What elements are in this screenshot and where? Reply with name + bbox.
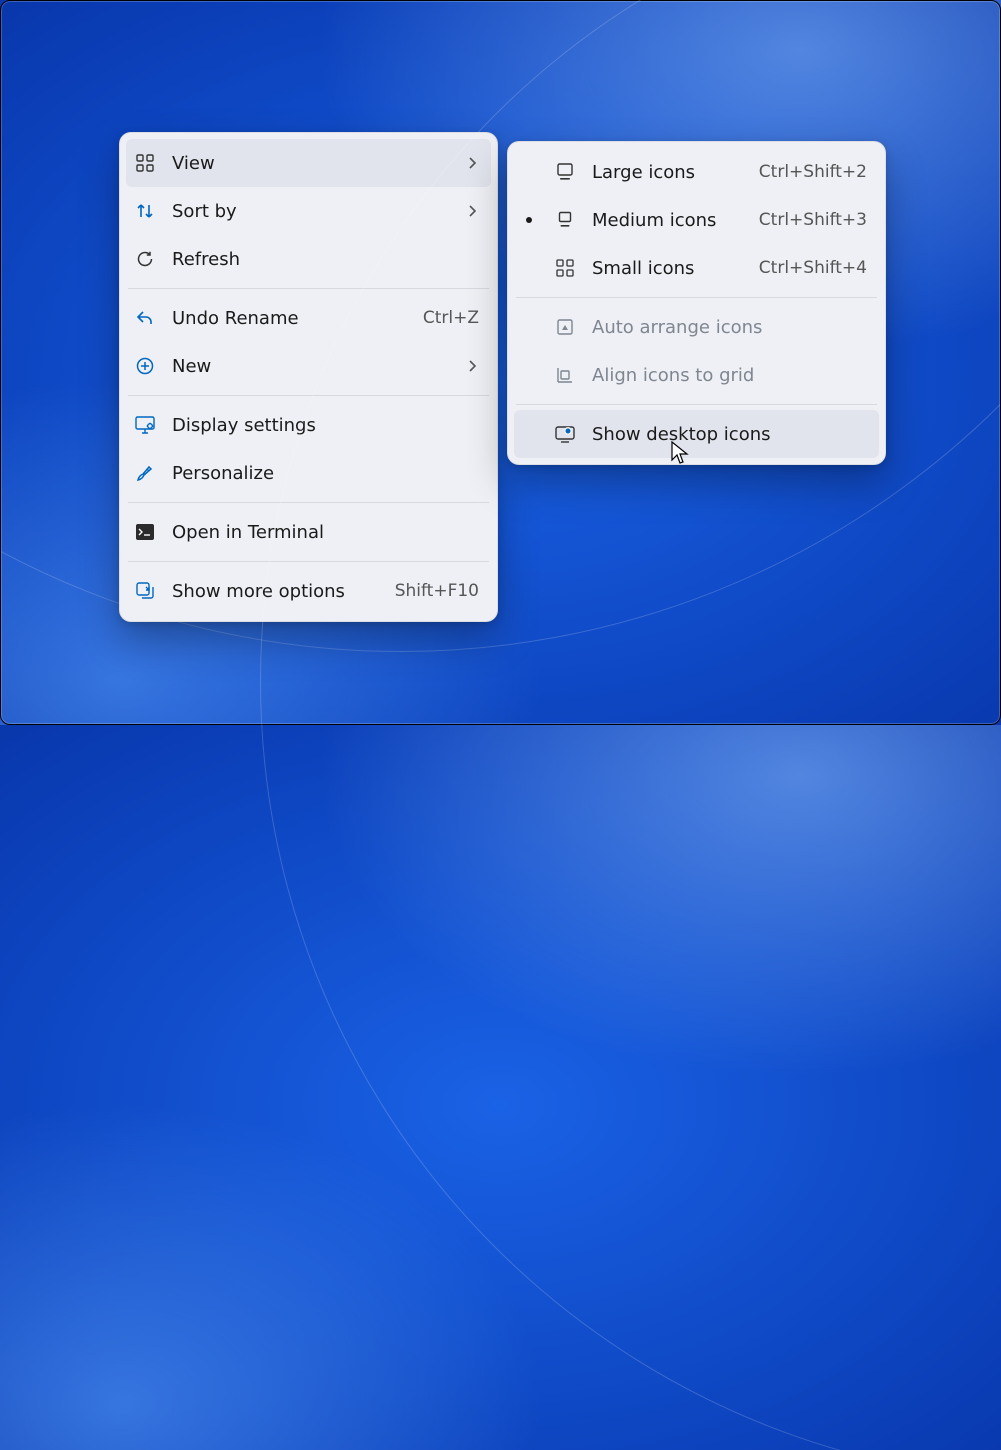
menu-item-display-settings[interactable]: Display settings (126, 401, 491, 449)
display-settings-icon (132, 412, 158, 438)
refresh-icon (132, 246, 158, 272)
menu-item-label: Align icons to grid (592, 365, 867, 386)
view-submenu: Large icons Ctrl+Shift+2 Medium icons Ct… (507, 141, 886, 465)
menu-item-label: Refresh (172, 249, 479, 270)
menu-item-shortcut: Ctrl+Z (423, 308, 479, 328)
menu-item-show-more-options[interactable]: Show more options Shift+F10 (126, 567, 491, 615)
radio-indicator (520, 217, 538, 223)
undo-icon (132, 305, 158, 331)
sort-icon (132, 198, 158, 224)
menu-item-undo-rename[interactable]: Undo Rename Ctrl+Z (126, 294, 491, 342)
medium-icons-icon (552, 207, 578, 233)
menu-item-label: Show more options (172, 581, 381, 602)
menu-separator (128, 395, 489, 396)
more-options-icon (132, 578, 158, 604)
menu-item-label: Undo Rename (172, 308, 409, 329)
submenu-item-medium-icons[interactable]: Medium icons Ctrl+Shift+3 (514, 196, 879, 244)
submenu-item-align-grid[interactable]: Align icons to grid (514, 351, 879, 399)
menu-item-label: Show desktop icons (592, 424, 867, 445)
align-grid-icon (552, 362, 578, 388)
menu-item-label: Small icons (592, 258, 745, 279)
menu-item-view[interactable]: View (126, 139, 491, 187)
menu-separator (516, 297, 877, 298)
submenu-item-small-icons[interactable]: Small icons Ctrl+Shift+4 (514, 244, 879, 292)
menu-item-label: Display settings (172, 415, 479, 436)
chevron-right-icon (465, 359, 479, 373)
desktop-context-menu: View Sort by Refresh Undo Rena (119, 132, 498, 622)
menu-item-refresh[interactable]: Refresh (126, 235, 491, 283)
submenu-item-show-desktop-icons[interactable]: Show desktop icons (514, 410, 879, 458)
menu-item-shortcut: Ctrl+Shift+4 (759, 258, 867, 278)
submenu-item-auto-arrange[interactable]: Auto arrange icons (514, 303, 879, 351)
menu-item-open-terminal[interactable]: Open in Terminal (126, 508, 491, 556)
menu-item-label: Personalize (172, 463, 479, 484)
menu-item-label: Large icons (592, 162, 745, 183)
menu-item-shortcut: Shift+F10 (395, 581, 479, 601)
menu-item-new[interactable]: New (126, 342, 491, 390)
menu-item-label: Sort by (172, 201, 451, 222)
menu-item-label: New (172, 356, 451, 377)
chevron-right-icon (465, 156, 479, 170)
menu-separator (128, 561, 489, 562)
menu-item-label: Medium icons (592, 210, 745, 231)
plus-circle-icon (132, 353, 158, 379)
menu-item-personalize[interactable]: Personalize (126, 449, 491, 497)
paintbrush-icon (132, 460, 158, 486)
large-icons-icon (552, 159, 578, 185)
menu-separator (128, 288, 489, 289)
desktop-icon (552, 421, 578, 447)
chevron-right-icon (465, 204, 479, 218)
menu-separator (516, 404, 877, 405)
menu-separator (128, 502, 489, 503)
menu-item-label: View (172, 153, 451, 174)
auto-arrange-icon (552, 314, 578, 340)
submenu-item-large-icons[interactable]: Large icons Ctrl+Shift+2 (514, 148, 879, 196)
menu-item-shortcut: Ctrl+Shift+2 (759, 162, 867, 182)
menu-item-sort-by[interactable]: Sort by (126, 187, 491, 235)
grid-icon (132, 150, 158, 176)
terminal-icon (132, 519, 158, 545)
menu-item-label: Auto arrange icons (592, 317, 867, 338)
small-icons-icon (552, 255, 578, 281)
menu-item-label: Open in Terminal (172, 522, 479, 543)
menu-item-shortcut: Ctrl+Shift+3 (759, 210, 867, 230)
